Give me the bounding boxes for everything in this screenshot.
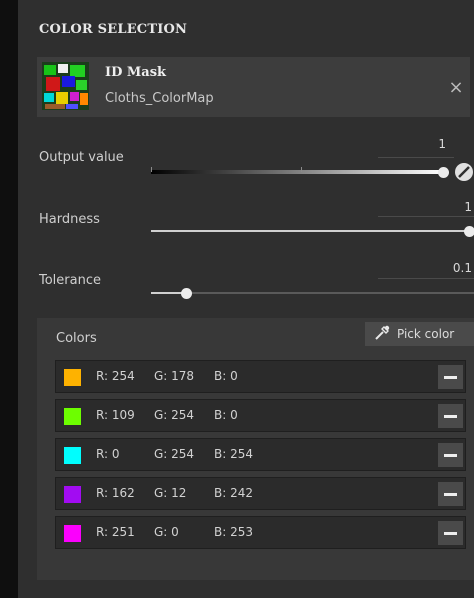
mask-map-name: Cloths_ColorMap [105,91,214,106]
minus-icon [444,453,457,457]
color-swatch[interactable] [64,525,81,542]
tolerance-readout[interactable]: 0.1 [420,261,472,275]
color-swatch[interactable] [64,408,81,425]
remove-color-button[interactable] [438,404,463,428]
remove-color-button[interactable] [438,365,463,389]
tolerance-label: Tolerance [39,273,101,288]
edit-icon[interactable] [455,163,473,181]
colors-panel: Colors Pick color R: 254 G: 178 B: 0 R: … [37,318,474,580]
remove-color-button[interactable] [438,521,463,545]
output-tick-mid [301,167,302,172]
color-swatch[interactable] [64,369,81,386]
hardness-track[interactable] [151,230,469,232]
pick-color-button[interactable]: Pick color [365,322,474,346]
output-tick-start [151,167,152,172]
output-value-handle[interactable] [438,167,449,178]
output-value-readout[interactable]: 1 [400,137,446,151]
output-value-label: Output value [39,150,124,165]
pick-color-label: Pick color [397,327,455,341]
color-list: R: 254 G: 178 B: 0 R: 109 G: 254 B: 0 R:… [55,360,466,555]
section-title: COLOR SELECTION [39,22,188,37]
green-value: G: 254 [154,447,195,461]
output-value-underline [378,157,454,158]
tolerance-track[interactable] [187,292,474,294]
minus-icon [444,492,457,496]
red-value: R: 109 [96,408,135,422]
green-value: G: 12 [154,486,187,500]
colors-label: Colors [56,331,97,346]
color-row[interactable]: R: 0 G: 254 B: 254 [55,438,466,471]
blue-value: B: 253 [214,525,253,539]
tolerance-handle[interactable] [181,288,192,299]
red-value: R: 254 [96,369,135,383]
remove-color-button[interactable] [438,443,463,467]
blue-value: B: 0 [214,408,238,422]
green-value: G: 254 [154,408,195,422]
hardness-label: Hardness [39,212,100,227]
hardness-underline [378,216,474,217]
red-value: R: 0 [96,447,120,461]
color-swatch[interactable] [64,447,81,464]
blue-value: B: 0 [214,369,238,383]
left-edge [0,0,18,598]
minus-icon [444,375,457,379]
blue-value: B: 254 [214,447,253,461]
red-value: R: 251 [96,525,135,539]
color-row[interactable]: R: 251 G: 0 B: 253 [55,516,466,549]
color-row[interactable]: R: 254 G: 178 B: 0 [55,360,466,393]
minus-icon [444,414,457,418]
mask-title: ID Mask [105,65,167,80]
eyedropper-icon [373,324,391,345]
hardness-handle[interactable] [464,226,474,237]
color-row[interactable]: R: 162 G: 12 B: 242 [55,477,466,510]
green-value: G: 0 [154,525,179,539]
mask-thumbnail [42,62,89,110]
blue-value: B: 242 [214,486,253,500]
id-mask-card[interactable]: ID Mask Cloths_ColorMap × [37,57,470,117]
hardness-readout[interactable]: 1 [420,200,472,214]
color-row[interactable]: R: 109 G: 254 B: 0 [55,399,466,432]
output-value-track[interactable] [151,170,442,174]
remove-color-button[interactable] [438,482,463,506]
close-icon[interactable]: × [446,77,466,98]
color-swatch[interactable] [64,486,81,503]
minus-icon [444,531,457,535]
tolerance-underline [378,278,474,279]
green-value: G: 178 [154,369,195,383]
red-value: R: 162 [96,486,135,500]
